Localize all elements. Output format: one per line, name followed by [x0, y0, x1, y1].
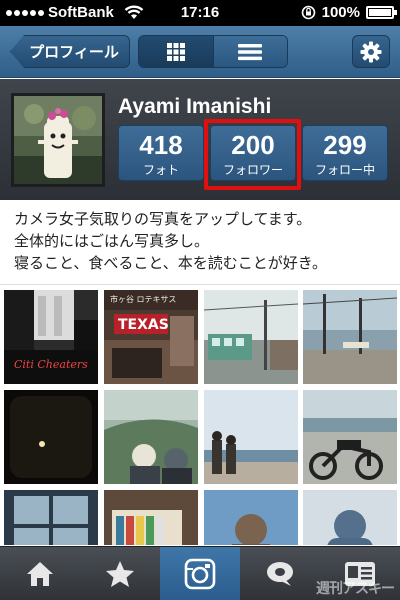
speech-bubble-icon: [267, 561, 293, 586]
following-count-button[interactable]: 299 フォロー中: [302, 125, 388, 181]
status-right: 100%: [301, 4, 397, 21]
status-bar: SoftBank 17:16 100%: [0, 0, 400, 26]
following-count: 299: [323, 130, 367, 160]
battery-percent: 100%: [321, 4, 360, 21]
watermark: 週刊アスキー: [316, 581, 395, 597]
tab-camera[interactable]: [160, 547, 240, 600]
battery-icon: [366, 6, 397, 19]
avatar[interactable]: [11, 93, 105, 187]
tab-popular[interactable]: [80, 547, 160, 600]
photo-grid: Citi Cheaters 市ヶ谷 ロテキサス TEXAS: [0, 285, 400, 545]
photo-thumbnail[interactable]: [4, 490, 98, 545]
photo-thumbnail[interactable]: 市ヶ谷 ロテキサス TEXAS: [104, 290, 198, 384]
photo-signage: TEXAS: [118, 317, 169, 333]
gear-icon: [360, 41, 382, 62]
following-label: フォロー中: [314, 163, 375, 177]
bio-line: 全体的にはごはん写真多し。: [14, 232, 210, 250]
photo-thumbnail[interactable]: [204, 390, 298, 484]
navigation-bar: プロフィール: [0, 26, 400, 78]
avatar-photo: [14, 96, 102, 184]
photo-signage: Citi Cheaters: [14, 358, 88, 371]
bio-line: 寝ること、食べること、本を読むことが好き。: [14, 254, 328, 272]
photo-thumbnail[interactable]: [104, 390, 198, 484]
photos-count: 418: [139, 130, 183, 160]
settings-button[interactable]: [352, 35, 390, 68]
star-icon: [106, 560, 134, 587]
grid-icon: [166, 42, 185, 61]
photo-thumbnail[interactable]: [204, 490, 298, 545]
tab-bar: 週刊アスキー: [0, 546, 400, 600]
back-button[interactable]: プロフィール: [10, 35, 130, 68]
photo-thumbnail[interactable]: [204, 290, 298, 384]
tab-news[interactable]: [240, 547, 320, 600]
photo-thumbnail[interactable]: [303, 290, 397, 384]
photo-thumbnail[interactable]: [104, 490, 198, 545]
view-mode-segmented-control: [138, 35, 288, 68]
bio-line: カメラ女子気取りの写真をアップしてます。: [14, 210, 312, 228]
photo-sub-signage: 市ヶ谷 ロテキサス: [110, 294, 176, 304]
followers-highlight-box: [204, 119, 301, 190]
profile-bio: カメラ女子気取りの写真をアップしてます。 全体的にはごはん写真多し。 寝ること、…: [0, 200, 400, 285]
profile-header: Ayami Imanishi 418 フォト 200 フォロワー 299 フォロ…: [0, 79, 400, 200]
photo-thumbnail[interactable]: [303, 390, 397, 484]
camera-icon: [184, 558, 216, 589]
tab-home[interactable]: [0, 547, 80, 600]
username: Ayami Imanishi: [118, 95, 272, 118]
home-icon: [27, 561, 53, 586]
photos-count-button[interactable]: 418 フォト: [118, 125, 204, 181]
list-icon: [238, 43, 263, 60]
orientation-lock-icon: [301, 5, 315, 20]
photo-thumbnail[interactable]: Citi Cheaters: [4, 290, 98, 384]
grid-view-button[interactable]: [139, 36, 213, 67]
photo-thumbnail[interactable]: [303, 490, 397, 545]
list-view-button[interactable]: [212, 36, 287, 67]
photo-thumbnail[interactable]: [4, 390, 98, 484]
photos-label: フォト: [142, 163, 179, 177]
